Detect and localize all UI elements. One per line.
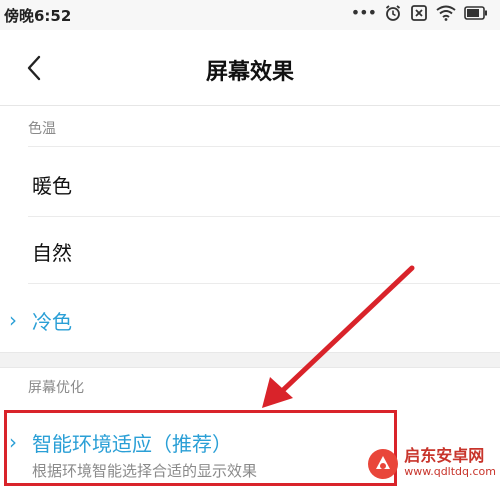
option-label: 自然 — [32, 241, 72, 265]
more-dots-icon: ••• — [350, 3, 377, 22]
divider — [28, 283, 500, 284]
status-icons: ••• — [351, 4, 488, 22]
option-warm[interactable]: 暖色 — [0, 150, 500, 216]
status-time: 傍晚6:52 — [4, 7, 72, 25]
watermark-name: 启东安卓网 — [404, 446, 485, 465]
header-divider — [0, 105, 500, 106]
divider — [28, 146, 500, 147]
page-title: 屏幕效果 — [205, 60, 294, 85]
watermark: 启东安卓网 www.qdltdq.com — [366, 447, 496, 481]
battery-icon — [464, 6, 487, 20]
annotation-highlight-box — [4, 410, 397, 486]
selected-chevron-icon: › — [9, 308, 17, 332]
alarm-icon — [385, 5, 401, 21]
section-separator — [0, 352, 500, 368]
watermark-url: www.qdltdq.com — [404, 465, 496, 478]
option-cool[interactable]: › 冷色 — [0, 286, 500, 352]
sim-disabled-icon — [411, 5, 427, 21]
status-bar: 傍晚6:52 ••• — [0, 0, 500, 30]
option-natural[interactable]: 自然 — [0, 217, 500, 283]
watermark-logo-icon — [368, 449, 399, 479]
option-label: 冷色 — [32, 310, 72, 334]
wifi-icon — [436, 5, 456, 21]
section-label-color-temp: 色温 — [28, 121, 56, 137]
section-label-optimization: 屏幕优化 — [28, 380, 84, 396]
option-label: 暖色 — [32, 174, 72, 198]
header-bar: 屏幕效果 — [0, 30, 500, 106]
